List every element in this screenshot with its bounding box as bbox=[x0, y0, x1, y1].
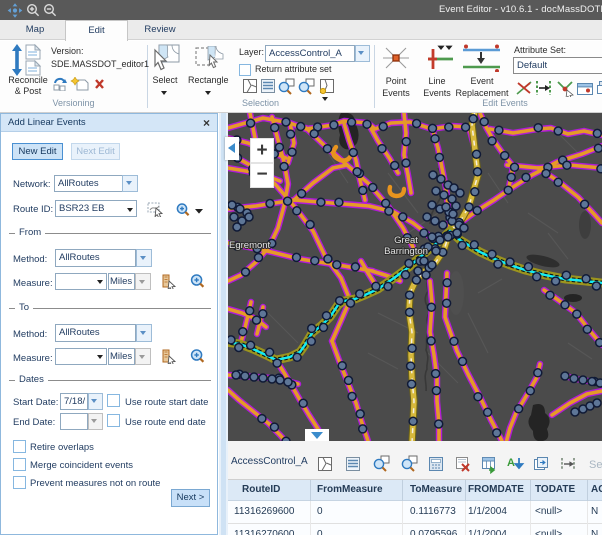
svg-text:Barrington: Barrington bbox=[384, 246, 428, 257]
svg-text:Se: Se bbox=[589, 459, 602, 471]
svg-text:A: A bbox=[507, 457, 515, 469]
svg-text:Egremont: Egremont bbox=[229, 240, 271, 251]
svg-text:Great: Great bbox=[394, 235, 418, 246]
